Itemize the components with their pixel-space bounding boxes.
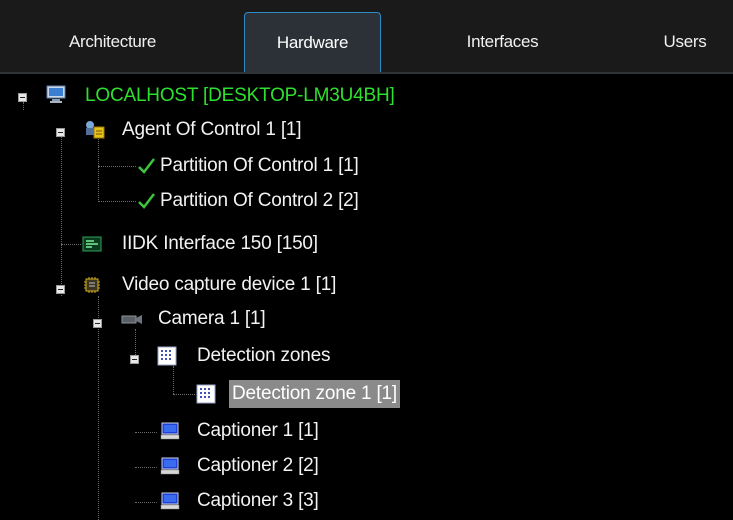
tree-node-captioner-1[interactable]: Captioner 1 [1] bbox=[194, 417, 322, 445]
tree-connector bbox=[98, 296, 99, 520]
tree-node-camera[interactable]: Camera 1 [1] bbox=[155, 305, 268, 333]
grid-icon bbox=[157, 346, 177, 366]
tab-users[interactable]: Users bbox=[640, 12, 730, 72]
tree-connector bbox=[98, 166, 136, 167]
tree-connector bbox=[98, 201, 136, 202]
tree-connector bbox=[135, 432, 157, 433]
tree-connector bbox=[98, 136, 99, 200]
tree-connector bbox=[173, 366, 174, 394]
tree-connector bbox=[135, 502, 157, 503]
tab-hardware[interactable]: Hardware bbox=[244, 12, 381, 72]
tree-node-partition-1[interactable]: Partition Of Control 1 [1] bbox=[157, 152, 362, 180]
tree-node-iidk-interface[interactable]: IIDK Interface 150 [150] bbox=[119, 230, 321, 258]
computer-icon bbox=[160, 421, 180, 441]
chip-icon bbox=[82, 275, 102, 295]
localhost-collapse-toggle[interactable] bbox=[18, 93, 27, 102]
video-collapse-toggle[interactable] bbox=[56, 285, 65, 294]
tree-node-localhost[interactable]: LOCALHOST [DESKTOP-LM3U4BH] bbox=[82, 82, 398, 110]
tab-architecture[interactable]: Architecture bbox=[25, 12, 200, 72]
tree-node-detection-zones[interactable]: Detection zones bbox=[194, 342, 333, 370]
tree-node-detection-zone-1[interactable]: Detection zone 1 [1] bbox=[229, 380, 400, 408]
tree-node-partition-2[interactable]: Partition Of Control 2 [2] bbox=[157, 187, 362, 215]
tree-connector bbox=[173, 394, 195, 395]
checkmark-icon bbox=[136, 156, 156, 176]
hardware-tree: LOCALHOST [DESKTOP-LM3U4BH] Agent Of Con… bbox=[0, 74, 733, 520]
tree-node-captioner-2[interactable]: Captioner 2 [2] bbox=[194, 452, 322, 480]
camera-collapse-toggle[interactable] bbox=[93, 319, 102, 328]
tab-interfaces[interactable]: Interfaces bbox=[430, 12, 575, 72]
agent-icon bbox=[83, 118, 105, 139]
tab-bar: Architecture Hardware Interfaces Users bbox=[0, 0, 733, 74]
camera-icon bbox=[120, 309, 142, 329]
tree-connector bbox=[135, 467, 157, 468]
interface-icon bbox=[82, 234, 102, 254]
grid-icon bbox=[196, 384, 216, 404]
computer-icon bbox=[160, 456, 180, 476]
tree-connector bbox=[61, 136, 62, 296]
tree-node-video-capture-device[interactable]: Video capture device 1 [1] bbox=[119, 271, 339, 299]
agent-collapse-toggle[interactable] bbox=[56, 128, 65, 137]
tree-connector bbox=[23, 102, 24, 110]
zones-collapse-toggle[interactable] bbox=[130, 355, 139, 364]
monitor-icon bbox=[46, 84, 66, 104]
tree-connector bbox=[61, 244, 81, 245]
computer-icon bbox=[160, 491, 180, 511]
checkmark-icon bbox=[136, 191, 156, 211]
tree-node-captioner-3[interactable]: Captioner 3 [3] bbox=[194, 487, 322, 515]
tree-node-agent[interactable]: Agent Of Control 1 [1] bbox=[119, 116, 304, 144]
